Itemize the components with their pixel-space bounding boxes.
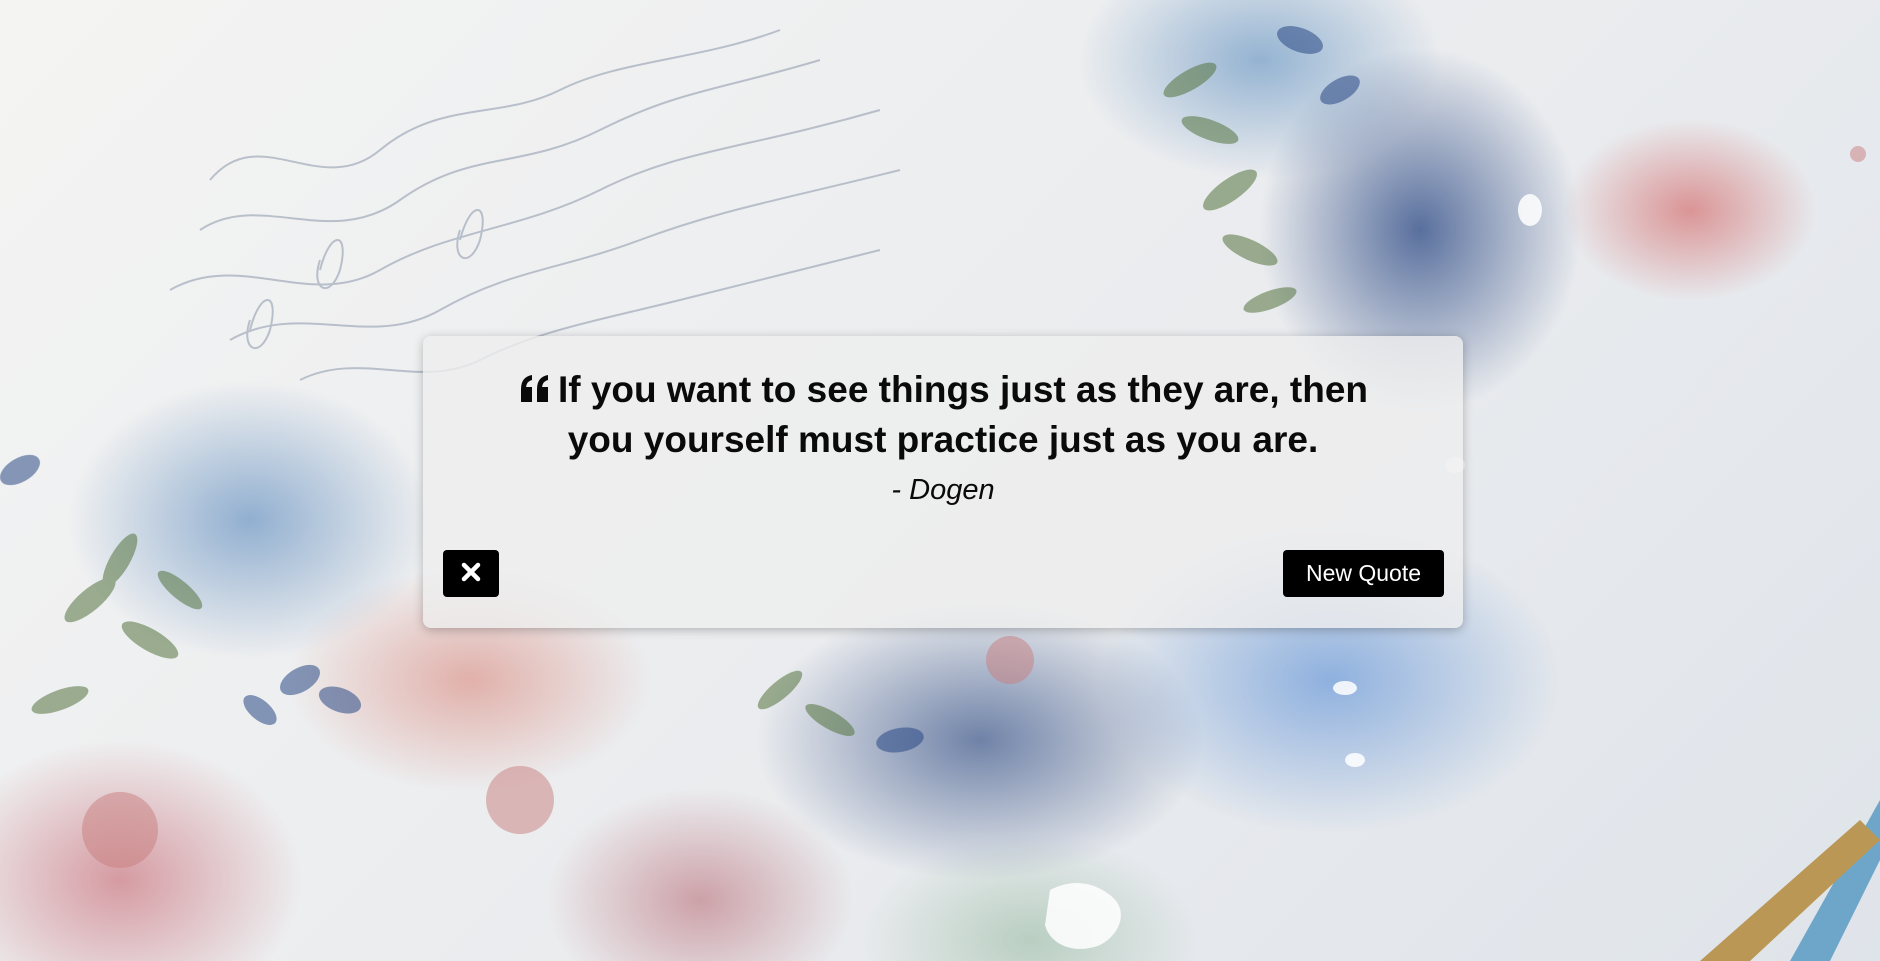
- quote-box: If you want to see things just as they a…: [423, 336, 1463, 628]
- quote-text: If you want to see things just as they a…: [557, 369, 1369, 460]
- close-icon: [461, 562, 481, 585]
- quote-author: - Dogen: [891, 474, 995, 506]
- quote-text-container: If you want to see things just as they a…: [483, 366, 1403, 464]
- quote-left-icon: [518, 368, 552, 416]
- new-quote-button[interactable]: New Quote: [1283, 550, 1444, 597]
- close-button[interactable]: [443, 550, 499, 597]
